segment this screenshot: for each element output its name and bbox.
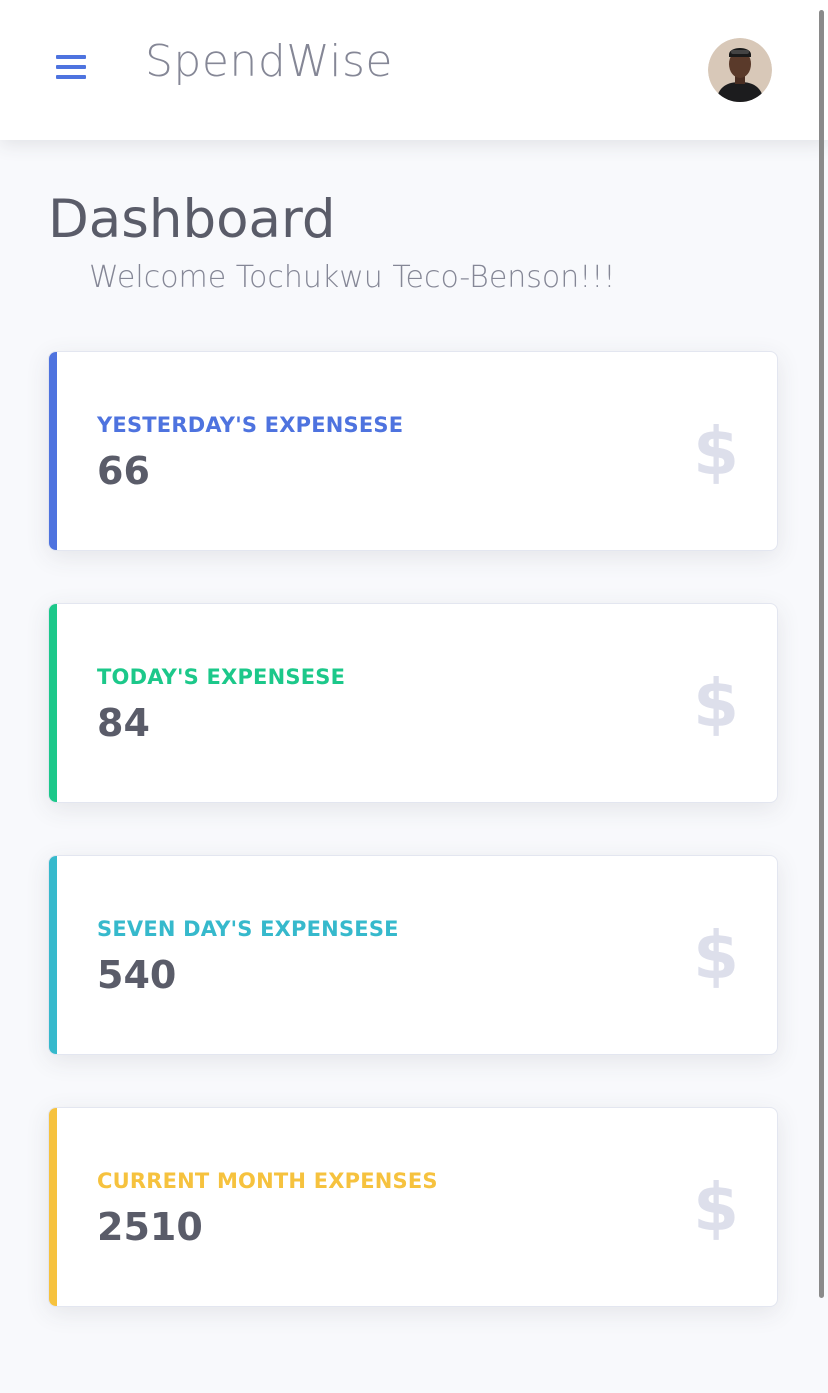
page-title: Dashboard bbox=[48, 189, 336, 250]
dollar-icon: $ bbox=[693, 917, 739, 994]
welcome-message: Welcome Tochukwu Teco-Benson!!! bbox=[89, 260, 616, 295]
dollar-icon: $ bbox=[693, 1169, 739, 1246]
yesterday-expenses-card: YESTERDAY'S EXPENSESE 66 $ bbox=[48, 351, 778, 551]
menu-bar-top bbox=[56, 55, 86, 59]
top-navbar: SpendWise bbox=[0, 0, 828, 140]
today-expenses-card: TODAY'S EXPENSESE 84 $ bbox=[48, 603, 778, 803]
card-value: 540 bbox=[97, 953, 177, 997]
menu-bar-bottom bbox=[56, 75, 86, 79]
page-scrollbar[interactable] bbox=[819, 10, 824, 1298]
card-label: CURRENT MONTH EXPENSES bbox=[97, 1169, 438, 1193]
dollar-icon: $ bbox=[693, 665, 739, 742]
avatar-icon bbox=[708, 38, 772, 102]
card-label: YESTERDAY'S EXPENSESE bbox=[97, 413, 404, 437]
seven-day-expenses-card: SEVEN DAY'S EXPENSESE 540 $ bbox=[48, 855, 778, 1055]
dollar-icon: $ bbox=[693, 413, 739, 490]
card-accent-border bbox=[49, 1108, 57, 1306]
current-month-expenses-card: CURRENT MONTH EXPENSES 2510 $ bbox=[48, 1107, 778, 1307]
card-value: 66 bbox=[97, 449, 150, 493]
menu-bar-middle bbox=[56, 65, 86, 69]
user-avatar[interactable] bbox=[708, 38, 772, 102]
card-label: TODAY'S EXPENSESE bbox=[97, 665, 346, 689]
card-accent-border bbox=[49, 604, 57, 802]
card-accent-border bbox=[49, 352, 57, 550]
card-label: SEVEN DAY'S EXPENSESE bbox=[97, 917, 399, 941]
card-accent-border bbox=[49, 856, 57, 1054]
hamburger-menu-icon[interactable] bbox=[56, 53, 86, 81]
card-value: 84 bbox=[97, 701, 150, 745]
brand-name[interactable]: SpendWise bbox=[145, 36, 393, 88]
card-value: 2510 bbox=[97, 1205, 203, 1249]
